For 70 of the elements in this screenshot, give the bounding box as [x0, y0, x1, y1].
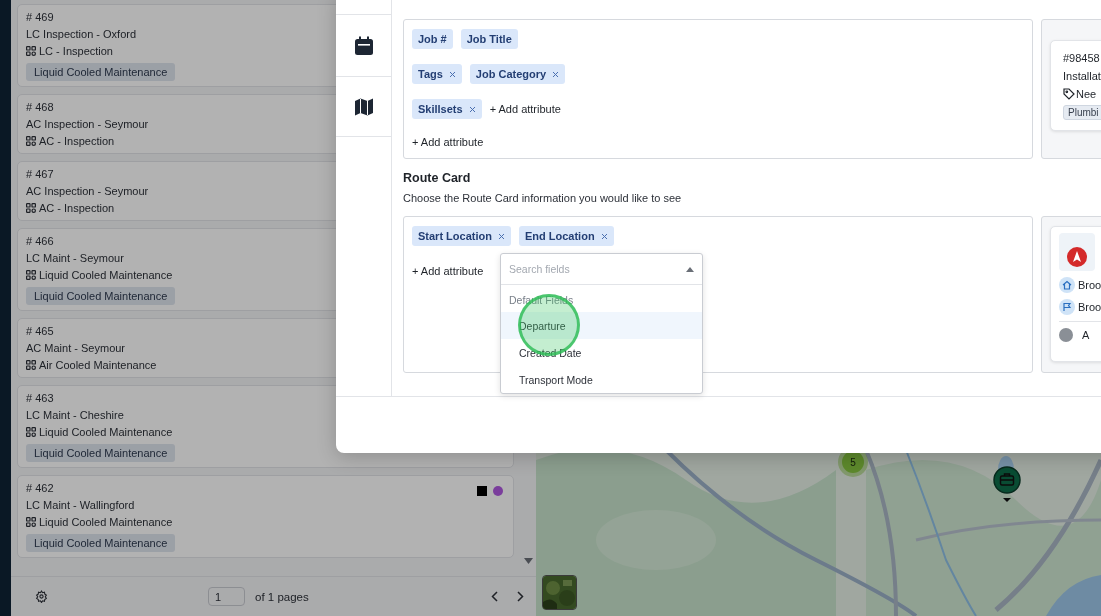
attribute-chip[interactable]: Tags	[412, 64, 462, 84]
job-category: Air Cooled Maintenance	[39, 358, 157, 372]
remove-icon[interactable]	[468, 105, 476, 113]
job-title: LC Maint - Seymour	[26, 251, 124, 265]
remove-icon[interactable]	[600, 232, 608, 240]
briefcase-marker-icon[interactable]	[992, 466, 1022, 502]
job-title: AC Inspection - Seymour	[26, 117, 149, 131]
job-tag: Liquid Cooled Maintenance	[26, 444, 176, 462]
tag-icon	[1063, 88, 1075, 100]
preview-end-location: Broo	[1078, 300, 1101, 314]
job-card[interactable]: # 462 LC Maint - Wallingford Liquid Cooled Maintenance Liquid Cooled Maintenance	[17, 475, 514, 558]
category-icon	[26, 46, 36, 56]
add-attribute-link[interactable]: + Add attribute	[412, 265, 484, 277]
navigation-icon	[1066, 246, 1088, 268]
job-title: AC Inspection - Seymour	[26, 184, 149, 198]
next-page-icon[interactable]	[517, 591, 524, 602]
scroll-down-icon[interactable]	[524, 558, 533, 564]
job-tag: Liquid Cooled Maintenance	[26, 287, 176, 305]
job-number: # 466	[26, 234, 54, 248]
job-tag: Liquid Cooled Maintenance	[26, 63, 176, 81]
job-title: LC Inspection - Oxford	[26, 27, 137, 41]
preview-tag-text: Nee	[1076, 87, 1097, 101]
preview-job-title: Installat	[1063, 69, 1101, 83]
job-number: # 467	[26, 167, 54, 181]
category-icon	[26, 203, 36, 213]
add-attribute-link[interactable]: + Add attribute	[412, 135, 484, 148]
flag-icon	[1062, 302, 1072, 312]
avatar	[1059, 328, 1073, 342]
caret-icon[interactable]	[686, 266, 694, 272]
job-category: Liquid Cooled Maintenance	[39, 268, 173, 282]
preview-job-number: #98458	[1063, 51, 1101, 65]
job-tag: Liquid Cooled Maintenance	[26, 534, 176, 552]
remove-icon[interactable]	[552, 70, 560, 78]
job-category: LC - Inspection	[39, 44, 113, 58]
category-icon	[26, 360, 36, 370]
preview-badge: Plumbi	[1063, 105, 1101, 120]
job-category: Liquid Cooled Maintenance	[39, 425, 173, 439]
category-icon	[26, 517, 36, 527]
job-number: # 469	[26, 10, 54, 24]
job-title: AC Maint - Seymour	[26, 341, 126, 355]
home-icon	[1062, 280, 1072, 290]
job-category: Liquid Cooled Maintenance	[39, 515, 173, 529]
job-number: # 462	[26, 481, 54, 495]
attribute-chip[interactable]: Job Category	[469, 64, 566, 84]
page-number-field[interactable]: 1	[208, 587, 245, 606]
previous-page-icon[interactable]	[491, 591, 498, 602]
job-number: # 468	[26, 100, 54, 114]
settings-icon[interactable]	[35, 590, 48, 603]
job-category: AC - Inspection	[39, 134, 115, 148]
category-icon	[26, 136, 36, 146]
job-title: LC Maint - Wallingford	[26, 498, 135, 512]
job-category: AC - Inspection	[39, 201, 115, 215]
category-icon	[26, 427, 36, 437]
attribute-chip[interactable]: End Location	[518, 226, 614, 246]
category-icon	[26, 270, 36, 280]
job-number: # 465	[26, 324, 54, 338]
job-title: LC Maint - Cheshire	[26, 408, 124, 422]
remove-icon[interactable]	[497, 232, 505, 240]
page-count: of 1 pages	[255, 589, 309, 604]
calendar-icon[interactable]	[353, 35, 374, 56]
section-heading: Route Card	[403, 171, 472, 185]
attribute-chip[interactable]: Skillsets	[412, 99, 482, 119]
map-icon[interactable]	[353, 96, 374, 117]
attribute-chip[interactable]: Job Title	[460, 29, 518, 49]
attribute-chip[interactable]: Job #	[412, 29, 453, 49]
preview-start-location: Broo	[1078, 278, 1101, 292]
preview-assignee: A	[1082, 328, 1090, 342]
attribute-chip[interactable]: Start Location	[412, 226, 511, 246]
remove-icon[interactable]	[448, 70, 456, 78]
job-number: # 463	[26, 391, 54, 405]
